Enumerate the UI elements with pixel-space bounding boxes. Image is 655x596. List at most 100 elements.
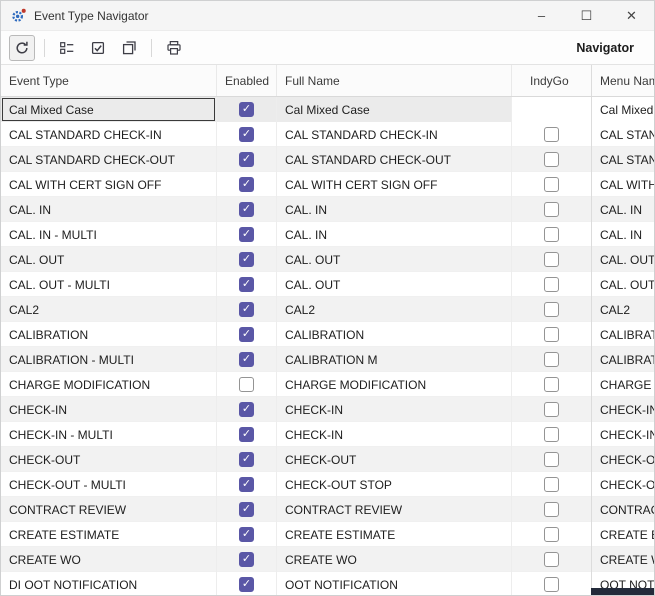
enabled-checkbox[interactable] <box>239 377 254 392</box>
full-name-cell[interactable]: CONTRACT REVIEW <box>276 497 511 522</box>
event-type-cell[interactable]: CAL. OUT - MULTI <box>1 272 216 297</box>
table-row[interactable]: CREATE ESTIMATECREATE ESTIMATECREATE EST… <box>1 522 654 547</box>
enabled-checkbox[interactable] <box>239 527 254 542</box>
indygo-checkbox[interactable] <box>544 277 559 292</box>
table-row[interactable]: CONTRACT REVIEWCONTRACT REVIEWCONTRACT R… <box>1 497 654 522</box>
table-row[interactable]: CAL STANDARD CHECK-OUT CAL STANDARD CHECK… <box>1 147 654 172</box>
table-row[interactable]: DI OOT NOTIFICATIONOOT NOTIFICATIONOOT N… <box>1 572 654 596</box>
menu-name-cell[interactable]: CAL STANDARD CHECK-OUT <box>591 147 654 172</box>
table-row[interactable]: CAL. INCAL. INCAL. IN <box>1 197 654 222</box>
menu-name-cell[interactable]: CONTRACT REVIEW <box>591 497 654 522</box>
indygo-checkbox[interactable] <box>544 427 559 442</box>
menu-name-cell[interactable]: CHARGE MODIFICATION <box>591 372 654 397</box>
event-type-cell[interactable]: CHARGE MODIFICATION <box>1 372 216 397</box>
enabled-checkbox[interactable] <box>239 577 254 592</box>
menu-name-cell[interactable]: CAL2 <box>591 297 654 322</box>
full-name-cell[interactable]: CHECK-IN <box>276 397 511 422</box>
full-name-cell[interactable]: CHECK-OUT STOP <box>276 472 511 497</box>
full-name-cell[interactable]: CHECK-OUT <box>276 447 511 472</box>
event-type-cell[interactable]: CAL STANDARD CHECK-IN <box>1 122 216 147</box>
menu-name-cell[interactable]: Cal Mixed Case <box>591 97 654 122</box>
enabled-checkbox[interactable] <box>239 427 254 442</box>
table-row[interactable]: CHECK-OUT - MULTI CHECK-OUT STOP CHECK-OUT <box>1 472 654 497</box>
event-type-cell[interactable]: CHECK-IN <box>1 397 216 422</box>
full-name-cell[interactable]: CAL. OUT <box>276 272 511 297</box>
indygo-checkbox[interactable] <box>544 252 559 267</box>
enabled-checkbox[interactable] <box>239 477 254 492</box>
event-type-cell[interactable]: DI OOT NOTIFICATION <box>1 572 216 596</box>
indygo-checkbox[interactable] <box>544 177 559 192</box>
menu-name-cell[interactable]: CALIBRATION <box>591 322 654 347</box>
indygo-checkbox[interactable] <box>544 452 559 467</box>
full-name-cell[interactable]: CAL. IN <box>276 197 511 222</box>
enabled-checkbox[interactable] <box>239 327 254 342</box>
enabled-checkbox[interactable] <box>239 352 254 367</box>
enabled-checkbox[interactable] <box>239 302 254 317</box>
enabled-checkbox[interactable] <box>239 502 254 517</box>
full-name-cell[interactable]: CREATE WO <box>276 547 511 572</box>
event-type-cell[interactable]: CHECK-OUT - MULTI <box>1 472 216 497</box>
enabled-checkbox[interactable] <box>239 202 254 217</box>
full-name-cell[interactable]: CAL WITH CERT SIGN OFF <box>276 172 511 197</box>
menu-name-cell[interactable]: CAL STANDARD CHECK-IN <box>591 122 654 147</box>
full-name-cell[interactable]: Cal Mixed Case <box>276 97 511 122</box>
full-name-cell[interactable]: CALIBRATION <box>276 322 511 347</box>
table-row[interactable]: CHECK-IN CHECK-IN CHECK-IN <box>1 397 654 422</box>
column-header-enabled[interactable]: Enabled <box>216 65 276 96</box>
menu-name-cell[interactable]: CHECK-IN <box>591 397 654 422</box>
indygo-checkbox[interactable] <box>544 577 559 592</box>
table-row[interactable]: CALIBRATION - MULTICALIBRATION MCALIBRAT… <box>1 347 654 372</box>
indygo-checkbox[interactable] <box>544 302 559 317</box>
indygo-checkbox[interactable] <box>544 402 559 417</box>
full-name-cell[interactable]: CAL STANDARD CHECK-IN <box>276 122 511 147</box>
check-items-button[interactable] <box>85 35 111 61</box>
field-chooser-button[interactable] <box>54 35 80 61</box>
event-type-cell[interactable]: CREATE ESTIMATE <box>1 522 216 547</box>
event-type-cell[interactable]: CAL2 <box>1 297 216 322</box>
print-button[interactable] <box>161 35 187 61</box>
maximize-button[interactable]: ☐ <box>564 1 609 30</box>
event-type-cell[interactable]: CHECK-IN - MULTI <box>1 422 216 447</box>
event-type-cell[interactable]: CALIBRATION - MULTI <box>1 347 216 372</box>
menu-name-cell[interactable]: CHECK-OUT <box>591 472 654 497</box>
table-row[interactable]: CAL STANDARD CHECK-IN CAL STANDARD CHECK-… <box>1 122 654 147</box>
enabled-checkbox[interactable] <box>239 252 254 267</box>
enabled-checkbox[interactable] <box>239 152 254 167</box>
event-type-cell[interactable]: CALIBRATION <box>1 322 216 347</box>
enabled-checkbox[interactable] <box>239 102 254 117</box>
indygo-checkbox[interactable] <box>544 352 559 367</box>
full-name-cell[interactable]: OOT NOTIFICATION <box>276 572 511 596</box>
enabled-checkbox[interactable] <box>239 177 254 192</box>
menu-name-cell[interactable]: CHECK-OUT <box>591 447 654 472</box>
indygo-checkbox[interactable] <box>544 502 559 517</box>
column-header-menu-name[interactable]: Menu Name <box>591 65 654 96</box>
indygo-checkbox[interactable] <box>544 477 559 492</box>
indygo-checkbox[interactable] <box>544 152 559 167</box>
event-type-cell[interactable]: CHECK-OUT <box>1 447 216 472</box>
indygo-checkbox[interactable] <box>544 327 559 342</box>
refresh-button[interactable] <box>9 35 35 61</box>
table-row[interactable]: CHECK-IN - MULTI CHECK-IN CHECK-IN <box>1 422 654 447</box>
event-type-cell[interactable]: Cal Mixed Case <box>1 97 216 122</box>
indygo-checkbox[interactable] <box>544 227 559 242</box>
table-row[interactable]: CAL2 CAL2 CAL2 <box>1 297 654 322</box>
full-name-cell[interactable]: CAL2 <box>276 297 511 322</box>
full-name-cell[interactable]: CAL STANDARD CHECK-OUT <box>276 147 511 172</box>
enabled-checkbox[interactable] <box>239 277 254 292</box>
minimize-button[interactable]: – <box>519 1 564 30</box>
full-name-cell[interactable]: CHECK-IN <box>276 422 511 447</box>
menu-name-cell[interactable]: CAL. IN <box>591 197 654 222</box>
full-name-cell[interactable]: CHARGE MODIFICATION <box>276 372 511 397</box>
full-name-cell[interactable]: CAL. IN <box>276 222 511 247</box>
menu-name-cell[interactable]: CHECK-IN <box>591 422 654 447</box>
menu-name-cell[interactable]: CREATE ESTIMATE <box>591 522 654 547</box>
full-name-cell[interactable]: CALIBRATION M <box>276 347 511 372</box>
menu-name-cell[interactable]: CAL. OUT <box>591 247 654 272</box>
event-type-cell[interactable]: CAL. OUT <box>1 247 216 272</box>
indygo-checkbox[interactable] <box>544 552 559 567</box>
table-row[interactable]: CAL. OUTCAL. OUTCAL. OUT <box>1 247 654 272</box>
table-row[interactable]: CAL. OUT - MULTICAL. OUTCAL. OUT <box>1 272 654 297</box>
enabled-checkbox[interactable] <box>239 552 254 567</box>
enabled-checkbox[interactable] <box>239 227 254 242</box>
table-row[interactable]: CHECK-OUT CHECK-OUT CHECK-OUT <box>1 447 654 472</box>
